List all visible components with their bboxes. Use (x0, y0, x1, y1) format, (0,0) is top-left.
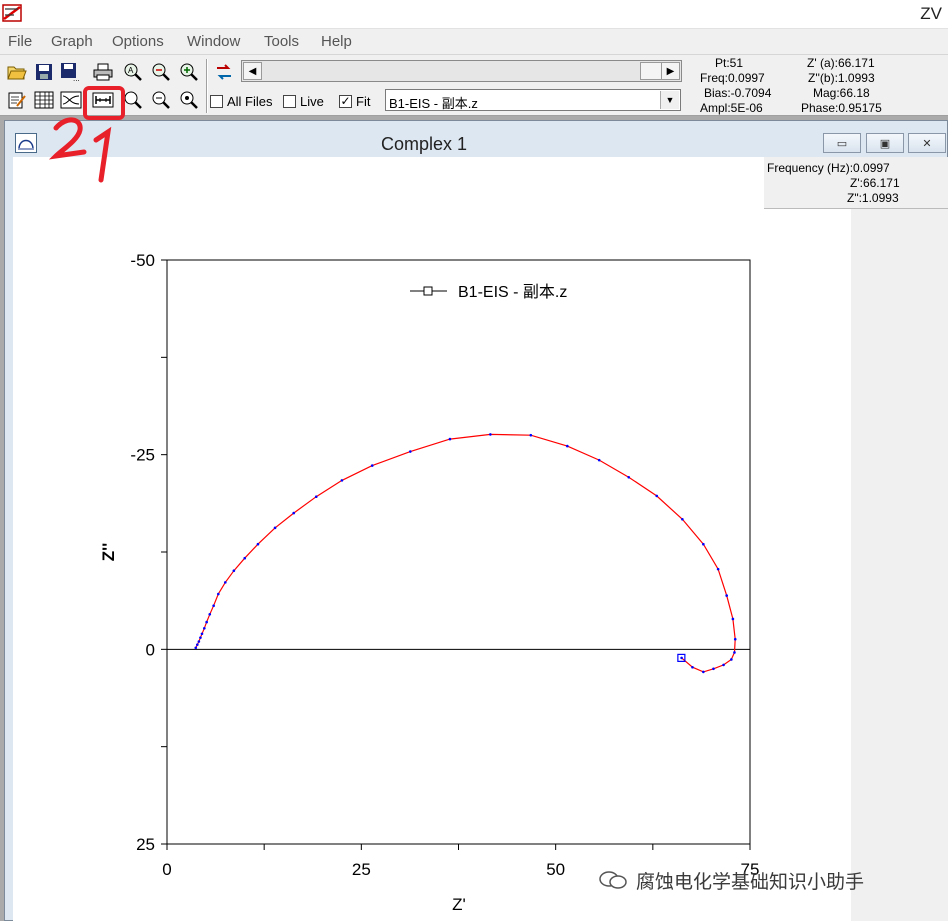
data-point (200, 632, 204, 636)
data-point (529, 433, 533, 437)
data-point (489, 433, 492, 436)
data-point (370, 464, 374, 467)
data-point (566, 444, 569, 448)
data-point (256, 542, 260, 546)
data-point (205, 620, 208, 624)
data-point (208, 612, 212, 616)
data-point (197, 640, 201, 643)
y-tick-label: 0 (146, 640, 155, 659)
data-point (273, 526, 277, 530)
data-point (314, 495, 318, 499)
data-point (340, 479, 344, 482)
data-point (680, 656, 683, 660)
y-tick-label: 25 (136, 835, 155, 854)
data-point (731, 617, 735, 621)
legend: B1-EIS - 副本.z (410, 283, 567, 301)
data-point (716, 567, 720, 571)
y-axis-label: Z'' (99, 543, 118, 561)
x-tick-label: 0 (162, 860, 171, 879)
data-point (597, 458, 601, 462)
x-axis-label: Z' (452, 895, 466, 914)
data-point (627, 475, 631, 479)
data-point (194, 646, 198, 650)
data-point (203, 627, 206, 630)
data-point (722, 663, 725, 667)
data-point (224, 581, 227, 584)
x-tick-label: 50 (546, 860, 565, 879)
data-points (194, 433, 737, 674)
data-point (730, 658, 733, 661)
data-point (655, 494, 659, 498)
watermark: 腐蚀电化学基础知识小助手 (598, 866, 864, 894)
nyquist-plot[interactable]: -50-25025 0 25 50 75 B1-EIS - 副本.z Z' Z'' (0, 0, 948, 921)
data-point (681, 517, 684, 521)
data-point (448, 437, 452, 441)
data-point (691, 665, 694, 669)
legend-marker (423, 286, 433, 296)
data-point (702, 542, 705, 546)
data-point (196, 643, 199, 646)
legend-label: B1-EIS - 副本.z (458, 283, 567, 301)
data-point (232, 569, 236, 572)
data-point (712, 667, 715, 671)
data-point (702, 670, 705, 674)
y-axis: -50 -25 0 25 (130, 251, 167, 854)
y-tick-label: -25 (130, 446, 155, 465)
data-point (733, 637, 737, 641)
watermark-text: 腐蚀电化学基础知识小助手 (636, 871, 865, 893)
data-point (409, 450, 412, 453)
x-tick-label: 25 (352, 860, 371, 879)
data-point (292, 511, 296, 515)
chat-bubble-icon (599, 871, 627, 889)
data-point (199, 636, 202, 639)
y-tick-label: -50 (130, 251, 155, 270)
data-point (243, 556, 247, 560)
fit-line (195, 433, 736, 673)
data-point (733, 651, 736, 654)
data-point (212, 604, 215, 608)
data-point (725, 594, 728, 597)
plot-frame (166, 259, 751, 845)
data-point (217, 592, 220, 596)
